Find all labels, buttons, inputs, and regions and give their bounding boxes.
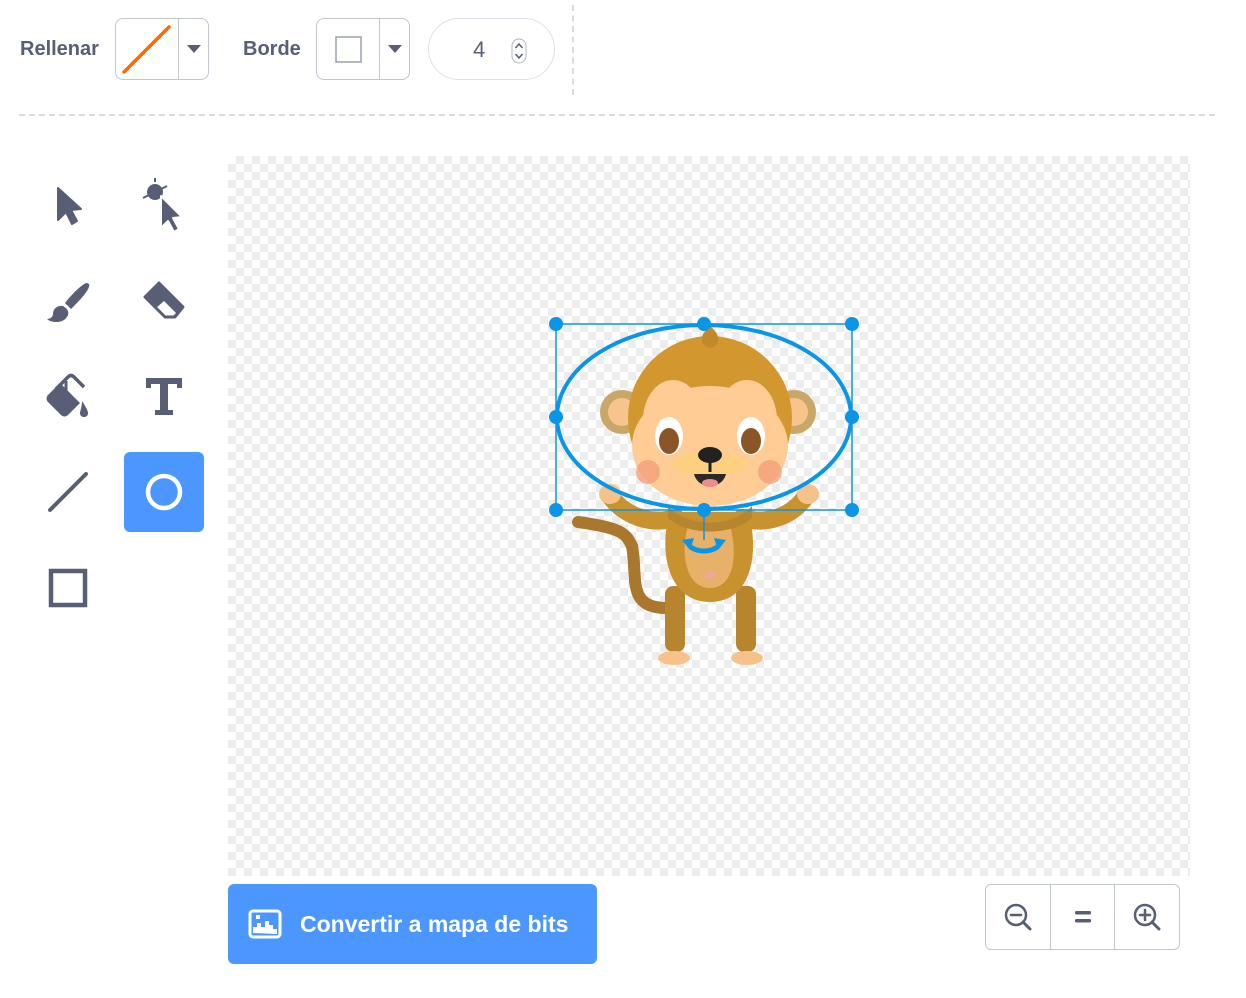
- convert-to-bitmap-button[interactable]: Convertir a mapa de bits: [228, 884, 597, 964]
- circle-icon: [145, 473, 183, 511]
- line-icon: [48, 472, 88, 512]
- fill-label: Rellenar: [20, 38, 99, 60]
- stroke-width-input[interactable]: 4: [428, 18, 555, 80]
- rectangle-tool[interactable]: [28, 548, 108, 628]
- chevron-down-icon: [387, 45, 402, 53]
- reshape-tool[interactable]: [124, 166, 204, 246]
- paint-bucket-icon: [46, 373, 88, 417]
- reshape-cursor-icon: [142, 178, 183, 233]
- eraser-tool[interactable]: [124, 262, 204, 342]
- fill-color-picker[interactable]: [115, 18, 209, 80]
- stroke-width-value[interactable]: 4: [473, 37, 485, 63]
- zoom-controls: [985, 884, 1180, 950]
- paint-canvas[interactable]: [228, 156, 1190, 876]
- resize-handle-right: [845, 410, 859, 424]
- brush-icon: [47, 283, 90, 323]
- resize-handle-top-left: [549, 317, 563, 331]
- zoom-out-icon: [1004, 903, 1032, 931]
- outline-label: Borde: [243, 38, 301, 60]
- arrow-cursor-icon: [57, 187, 82, 225]
- resize-handle-top: [697, 317, 711, 331]
- outline-swatch[interactable]: [317, 19, 380, 79]
- brush-tool[interactable]: [28, 262, 108, 342]
- empty-square-icon: [335, 36, 362, 63]
- fill-swatch[interactable]: [116, 19, 179, 79]
- outline-color-picker[interactable]: [316, 18, 410, 80]
- select-tool[interactable]: [28, 166, 108, 246]
- text-icon: [146, 378, 182, 415]
- convert-to-bitmap-label: Convertir a mapa de bits: [300, 910, 569, 937]
- chevron-down-icon: [186, 45, 201, 53]
- zoom-in-button[interactable]: [1114, 885, 1179, 949]
- spinner-arrows-icon[interactable]: [511, 38, 527, 64]
- eraser-icon: [143, 281, 185, 319]
- zoom-reset-button[interactable]: [1049, 885, 1115, 949]
- outline-dropdown-caret[interactable]: [380, 19, 409, 79]
- rectangle-icon: [48, 568, 88, 608]
- zoom-out-button[interactable]: [986, 885, 1050, 949]
- zoom-in-icon: [1133, 903, 1161, 931]
- fill-dropdown-caret[interactable]: [179, 19, 208, 79]
- resize-handle-left: [549, 410, 563, 424]
- circle-tool[interactable]: [124, 452, 204, 532]
- resize-handle-bottom-left: [549, 503, 563, 517]
- toolbar-separator: [19, 114, 1215, 116]
- resize-handle-top-right: [845, 317, 859, 331]
- line-tool[interactable]: [28, 452, 108, 532]
- text-tool[interactable]: [124, 356, 204, 436]
- no-fill-slash-icon: [122, 25, 171, 74]
- bitmap-image-icon: [248, 909, 282, 939]
- fill-tool[interactable]: [28, 356, 108, 436]
- toolbar-divider: [572, 5, 574, 95]
- canvas-drawing[interactable]: [228, 156, 1190, 876]
- equals-icon: [1074, 911, 1091, 923]
- resize-handle-bottom-right: [845, 503, 859, 517]
- paint-toolbar: Rellenar Borde 4: [0, 0, 1246, 116]
